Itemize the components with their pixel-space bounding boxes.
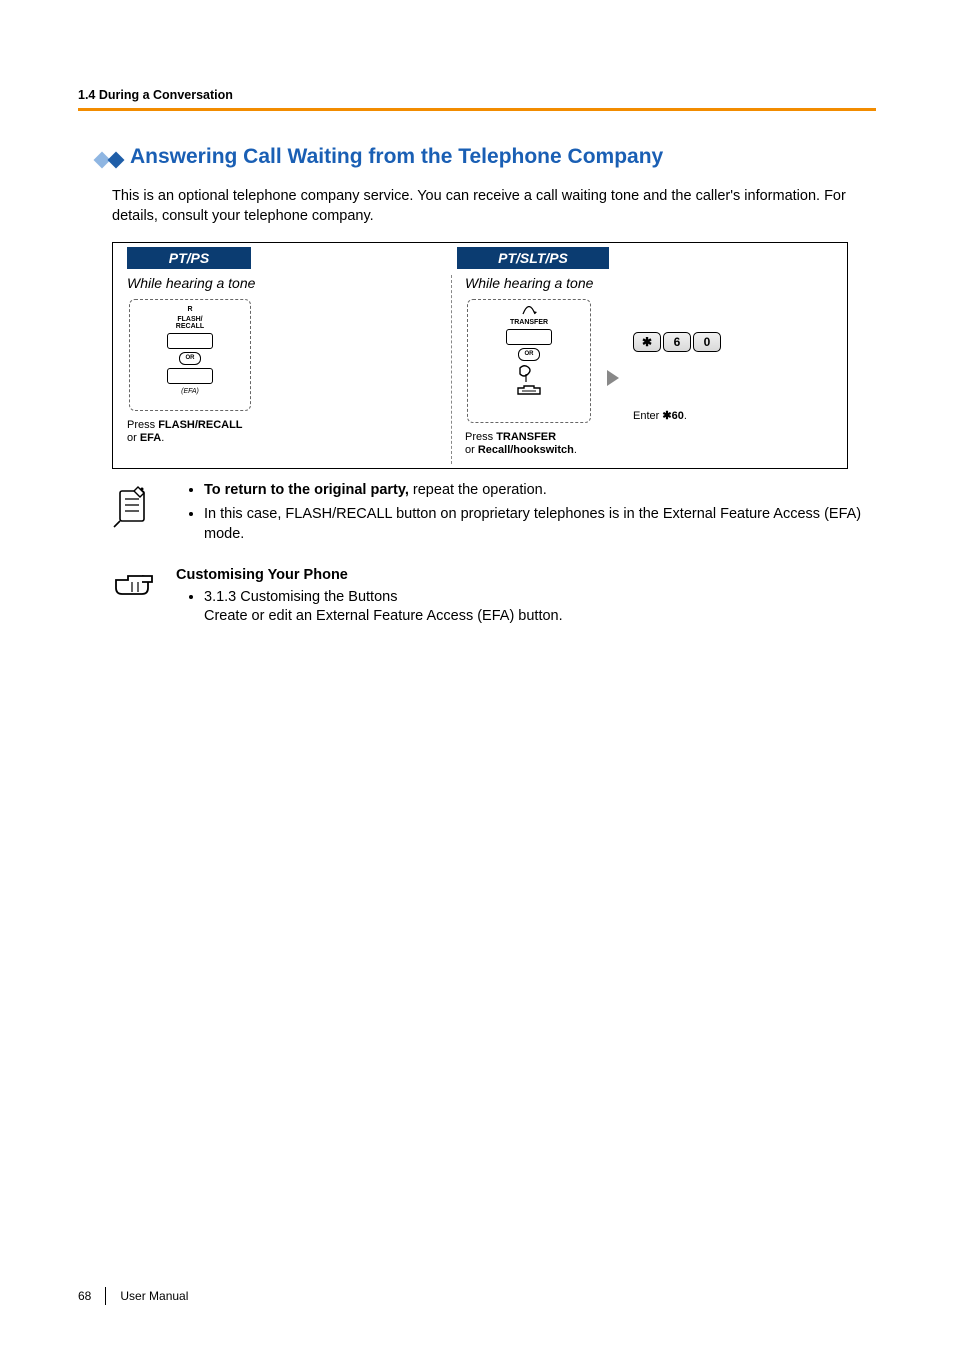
transfer-arrow-icon — [521, 306, 537, 316]
footer-separator — [105, 1287, 106, 1305]
sequence-arrow-icon — [607, 370, 619, 386]
dial-key-6: 6 — [663, 332, 691, 352]
transfer-caption: Press TRANSFER or Recall/hookswitch. — [465, 431, 593, 456]
dial-key-0: 0 — [693, 332, 721, 352]
while-tone-right: While hearing a tone — [465, 275, 833, 291]
note-item-1: To return to the original party, repeat … — [204, 481, 876, 501]
handset-hookswitch-icon — [514, 364, 544, 396]
customise-bullet: 3.1.3 Customising the Buttons Create or … — [204, 588, 563, 627]
procedure-diagram: PT/PS PT/SLT/PS While hearing a tone R F… — [112, 242, 848, 469]
flash-recall-step: R FLASH/ RECALL OR (EFA) — [129, 299, 251, 411]
efa-key-icon — [167, 368, 213, 384]
efa-label: (EFA) — [181, 388, 199, 395]
flash-recall-label: FLASH/ RECALL — [176, 316, 204, 330]
diamond-bullet-icon — [96, 154, 122, 166]
dial-keys: ✱ 6 0 — [633, 332, 721, 352]
or-pill-right: OR — [518, 348, 540, 361]
or-pill-left: OR — [179, 352, 201, 365]
transfer-key-icon — [506, 329, 552, 345]
flash-recall-caption: Press FLASH/RECALL or EFA. — [127, 419, 253, 444]
note-clipboard-icon — [112, 481, 160, 548]
diagram-header-right: PT/SLT/PS — [457, 247, 609, 269]
r-label: R — [187, 306, 192, 313]
note-item-2: In this case, FLASH/RECALL button on pro… — [204, 505, 876, 544]
page-number: 68 — [78, 1289, 91, 1303]
customise-heading: Customising Your Phone — [176, 566, 563, 586]
diagram-header-left: PT/PS — [127, 247, 251, 269]
running-head: 1.4 During a Conversation — [78, 88, 876, 102]
section-title-row: Answering Call Waiting from the Telephon… — [96, 145, 876, 169]
note-list: To return to the original party, repeat … — [176, 481, 876, 548]
hand-pointing-icon — [112, 566, 160, 631]
flash-recall-key-icon — [167, 333, 213, 349]
intro-paragraph: This is an optional telephone company se… — [112, 187, 866, 226]
column-divider — [451, 275, 452, 464]
while-tone-left: While hearing a tone — [127, 275, 437, 291]
page-footer: 68 User Manual — [78, 1287, 188, 1305]
footer-label: User Manual — [120, 1289, 188, 1303]
dial-caption: Enter ✱60. — [633, 410, 721, 423]
transfer-label: TRANSFER — [510, 319, 548, 326]
transfer-step: TRANSFER OR — [467, 299, 591, 423]
dial-key-star: ✱ — [633, 332, 661, 352]
header-rule — [78, 108, 876, 111]
section-title: Answering Call Waiting from the Telephon… — [130, 145, 663, 169]
